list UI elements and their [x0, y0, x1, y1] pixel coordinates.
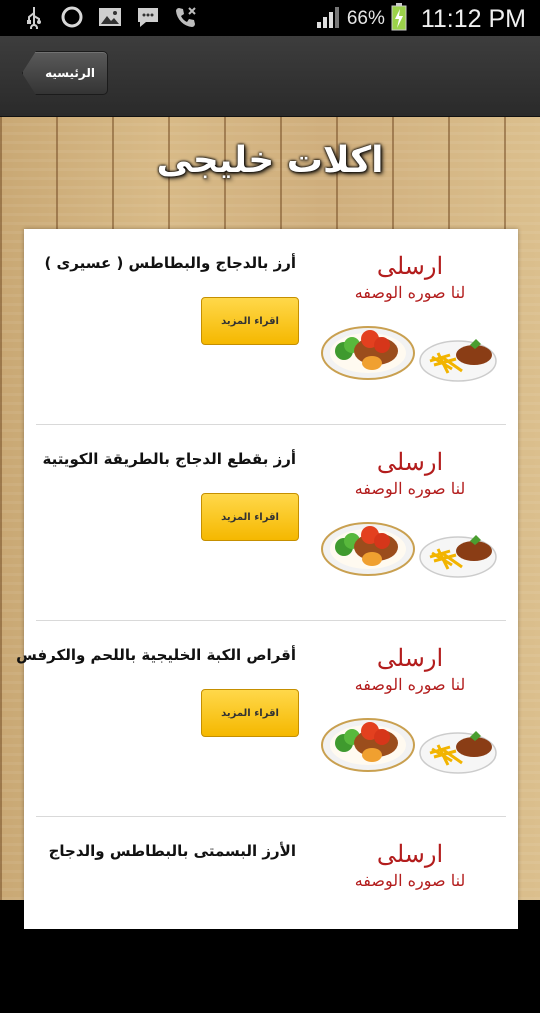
send-photo-banner[interactable]: ارسلى لنا صوره الوصفه: [320, 643, 500, 694]
clock: 11:12 PM: [420, 4, 526, 33]
food-plates-icon: [321, 326, 497, 382]
missed-call-icon: [174, 5, 198, 29]
circle-icon: [60, 5, 84, 29]
food-plates-icon: [321, 718, 497, 774]
recipe-title[interactable]: أرز بقطع الدجاج بالطريقة الكويتية: [36, 450, 296, 468]
send-sublabel: لنا صوره الوصفه: [354, 283, 466, 302]
send-label: ارسلى: [376, 840, 444, 868]
battery-percent: 66%: [346, 8, 385, 29]
send-photo-banner[interactable]: ارسلى لنا صوره الوصفه: [320, 447, 500, 498]
send-label: ارسلى: [376, 252, 444, 280]
recipe-title[interactable]: الأرز البسمتى بالبطاطس والدجاج: [36, 842, 296, 860]
image-icon: [98, 5, 122, 29]
send-sublabel: لنا صوره الوصفه: [354, 479, 466, 498]
recipe-title[interactable]: أرز بالدجاج والبطاطس ( عسيرى ): [36, 254, 296, 272]
send-sublabel: لنا صوره الوصفه: [354, 675, 466, 694]
list-item[interactable]: أرز بالدجاج والبطاطس ( عسيرى ) اقراء الم…: [24, 229, 518, 425]
usb-icon: [22, 5, 46, 29]
read-more-button[interactable]: اقراء المزيد: [201, 689, 299, 737]
food-plates-icon: [321, 522, 497, 578]
recipe-list: أرز بالدجاج والبطاطس ( عسيرى ) اقراء الم…: [16, 229, 518, 929]
list-item[interactable]: أقراص الكبة الخليجية باللحم والكرفس اقرا…: [16, 621, 518, 817]
send-label: ارسلى: [376, 644, 444, 672]
list-item[interactable]: أرز بقطع الدجاج بالطريقة الكويتية اقراء …: [24, 425, 518, 621]
read-more-button[interactable]: اقراء المزيد: [201, 493, 299, 541]
battery-charging-icon: [391, 3, 407, 35]
send-label: ارسلى: [376, 448, 444, 476]
send-sublabel: لنا صوره الوصفه: [354, 871, 466, 890]
action-bar: الرئيسيه: [0, 36, 540, 117]
send-photo-banner[interactable]: ارسلى لنا صوره الوصفه: [320, 839, 500, 890]
signal-icon: [315, 6, 341, 32]
send-photo-banner[interactable]: ارسلى لنا صوره الوصفه: [320, 251, 500, 302]
list-item[interactable]: الأرز البسمتى بالبطاطس والدجاج ارسلى لنا…: [24, 817, 518, 1013]
message-icon: [136, 5, 160, 29]
read-more-button[interactable]: اقراء المزيد: [201, 297, 299, 345]
recipe-title[interactable]: أقراص الكبة الخليجية باللحم والكرفس: [16, 646, 296, 664]
home-back-button[interactable]: الرئيسيه: [22, 51, 108, 95]
page-title: اكلات خليجى: [156, 140, 384, 181]
status-bar: 66% 11:12 PM: [0, 0, 540, 36]
